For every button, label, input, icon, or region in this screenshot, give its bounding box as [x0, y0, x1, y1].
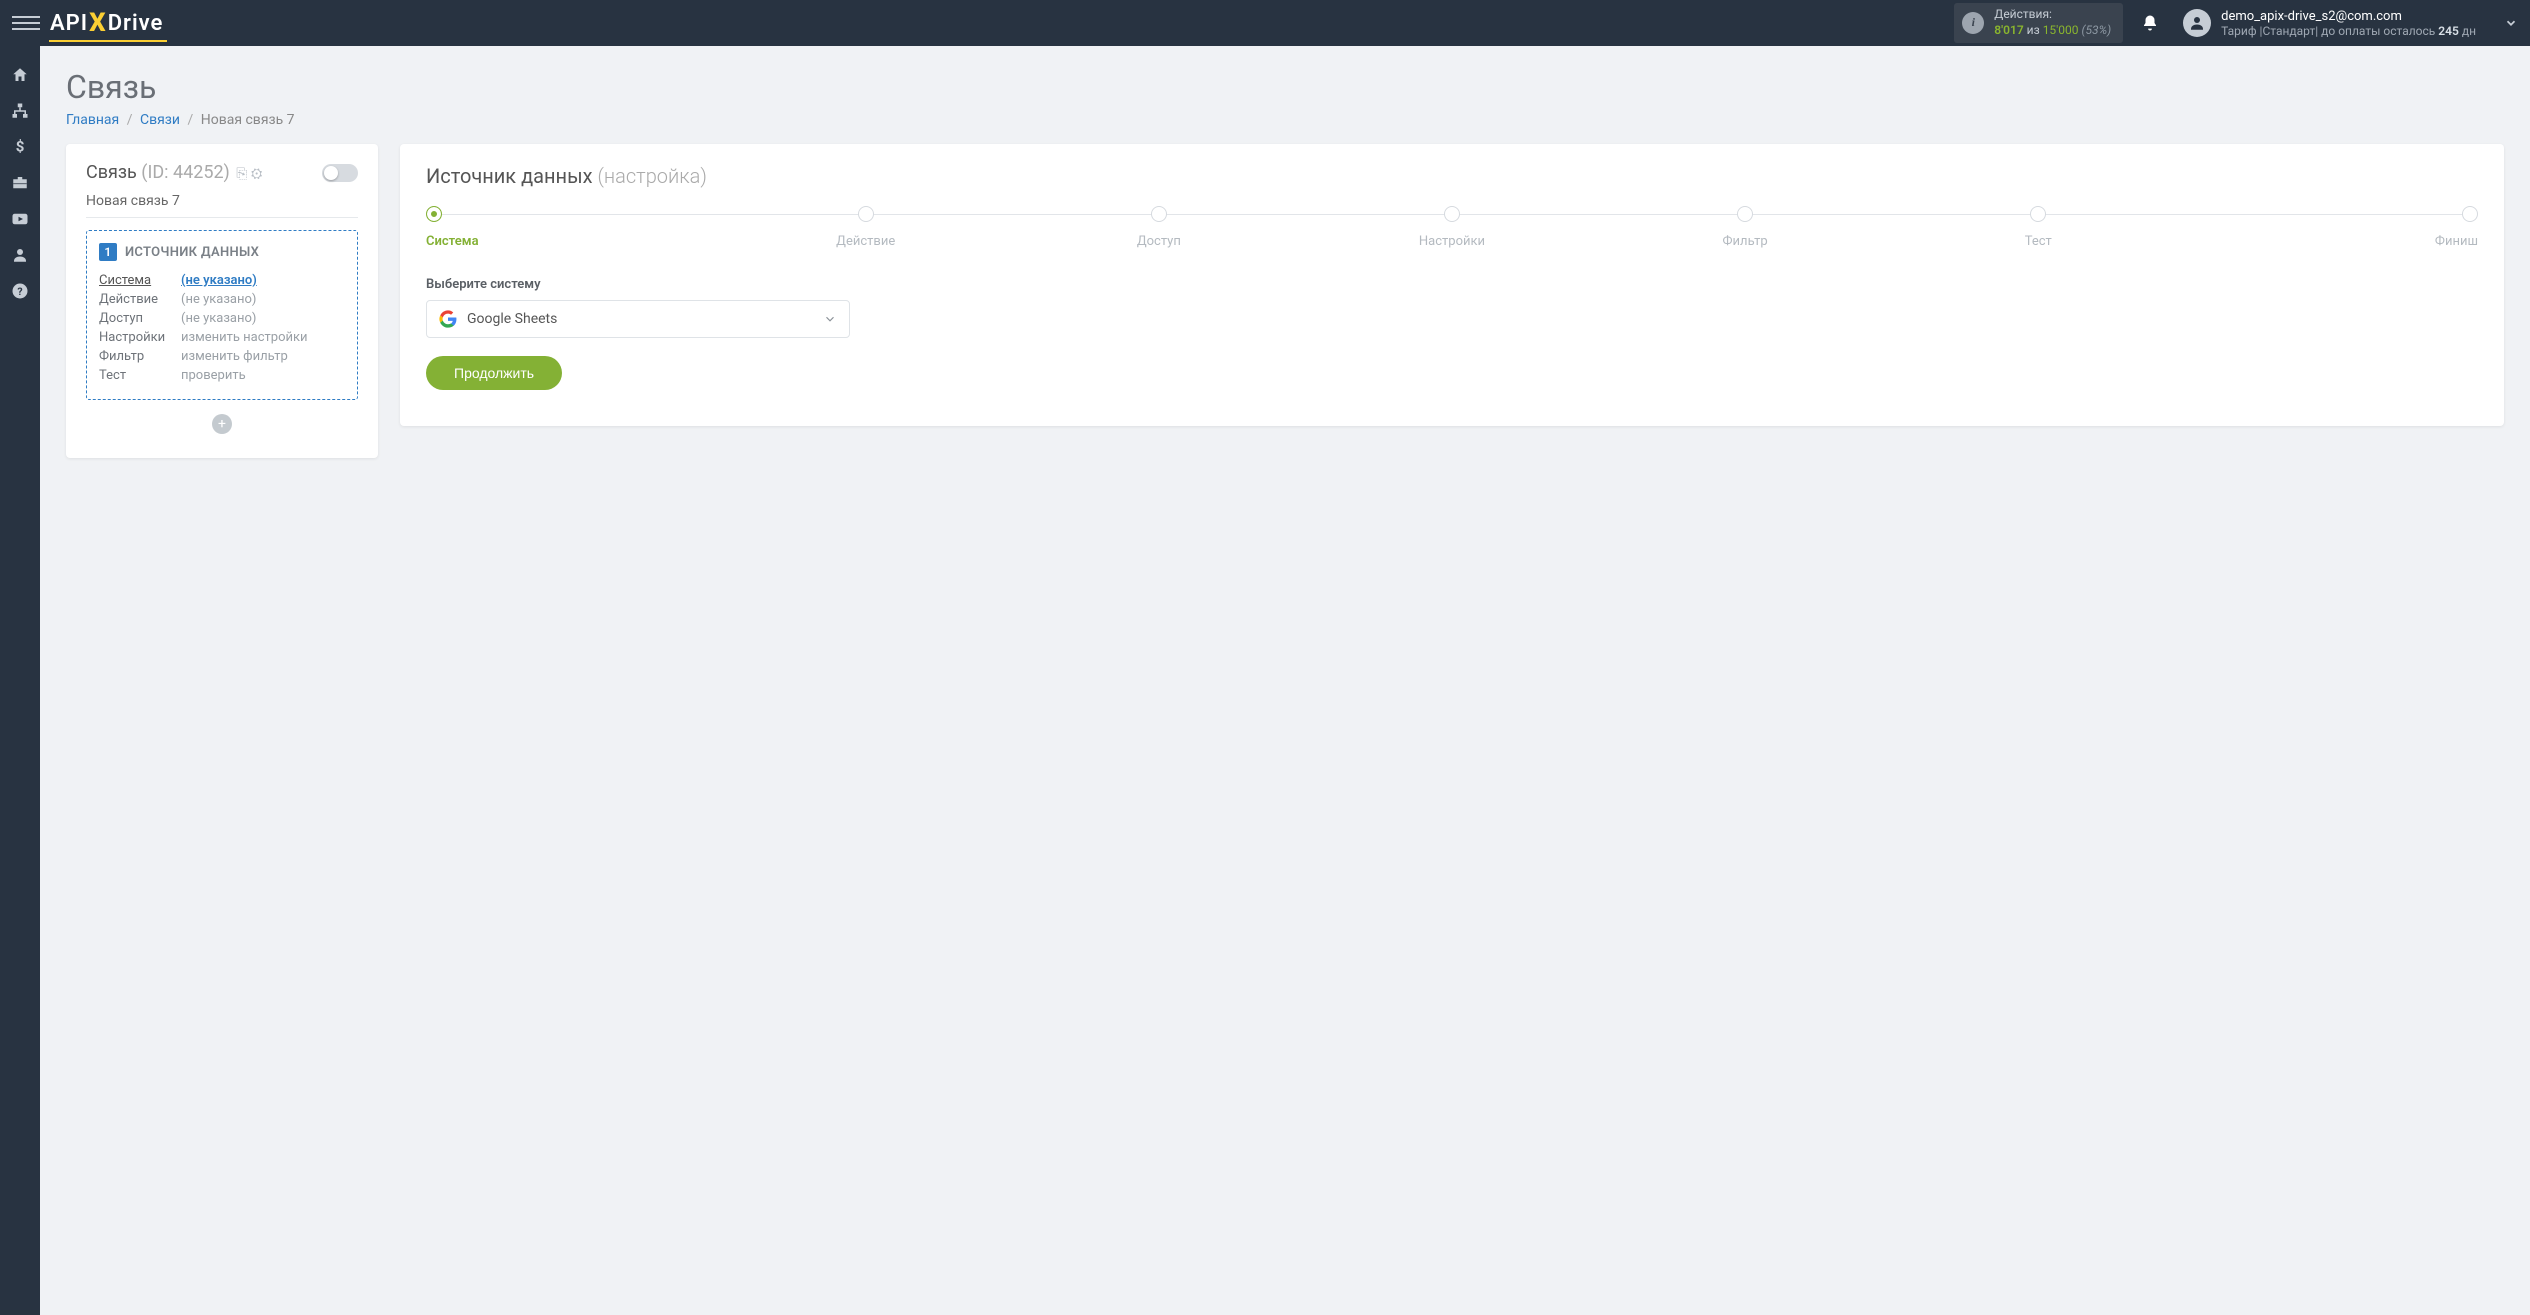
- step-система[interactable]: Система: [426, 206, 719, 249]
- user-tariff: Тариф |Стандарт| до оплаты осталось 245 …: [2221, 24, 2476, 38]
- source-row: Тест проверить: [99, 366, 345, 385]
- source-setup-card: Источник данных (настройка) СистемаДейст…: [400, 144, 2504, 426]
- svg-text:?: ?: [17, 285, 22, 298]
- google-icon: [439, 310, 457, 328]
- source-row-key: Фильтр: [99, 349, 171, 364]
- step-тест[interactable]: Тест: [1892, 206, 2185, 249]
- step-dot: [858, 206, 874, 222]
- setup-title: Источник данных (настройка): [426, 164, 2478, 188]
- source-row-value[interactable]: (не указано): [181, 273, 257, 288]
- step-dot: [2030, 206, 2046, 222]
- step-label: Система: [426, 234, 719, 249]
- system-select[interactable]: Google Sheets: [426, 300, 850, 338]
- breadcrumb-links[interactable]: Связи: [140, 112, 180, 128]
- copy-icon[interactable]: ⎘: [236, 166, 247, 182]
- actions-of: из: [2027, 23, 2040, 37]
- gear-icon[interactable]: ⚙: [251, 166, 262, 182]
- topbar: API X Drive i Действия: 8'017 из 15'000 …: [0, 0, 2530, 46]
- main-content: Связь Главная / Связи / Новая связь 7 Св…: [40, 46, 2530, 1315]
- connection-summary-card: Связь (ID: 44252) ⎘ ⚙ Новая связь 7 1 ИС…: [66, 144, 378, 458]
- step-фильтр[interactable]: Фильтр: [1599, 206, 1892, 249]
- step-label: Финиш: [2185, 234, 2478, 249]
- source-row-value: (не указано): [181, 311, 256, 326]
- add-destination-button[interactable]: +: [212, 414, 232, 434]
- sidenav: $ ?: [0, 46, 40, 1315]
- help-icon[interactable]: ?: [0, 274, 40, 308]
- system-field-label: Выберите систему: [426, 277, 2478, 292]
- menu-toggle[interactable]: [12, 9, 40, 37]
- source-row: Действие (не указано): [99, 290, 345, 309]
- source-row: Система (не указано): [99, 271, 345, 290]
- home-icon[interactable]: [0, 58, 40, 92]
- actions-percent: (53%): [2082, 23, 2112, 37]
- breadcrumb-home[interactable]: Главная: [66, 112, 119, 128]
- step-dot: [426, 206, 442, 222]
- enable-toggle[interactable]: [322, 164, 358, 182]
- stepper: СистемаДействиеДоступНастройкиФильтрТест…: [426, 206, 2478, 249]
- actions-counter[interactable]: i Действия: 8'017 из 15'000 (53%): [1954, 3, 2123, 42]
- step-label: Фильтр: [1599, 234, 1892, 249]
- step-dot: [1444, 206, 1460, 222]
- chevron-down-icon: [823, 312, 837, 326]
- info-icon: i: [1962, 12, 1984, 34]
- user-menu[interactable]: demo_apix-drive_s2@com.com Тариф |Станда…: [2183, 9, 2518, 38]
- source-row-value: проверить: [181, 368, 246, 383]
- step-действие[interactable]: Действие: [719, 206, 1012, 249]
- source-row: Фильтр изменить фильтр: [99, 347, 345, 366]
- step-dot: [2462, 206, 2478, 222]
- actions-label: Действия:: [1994, 7, 2111, 23]
- youtube-icon[interactable]: [0, 202, 40, 236]
- svg-text:$: $: [16, 138, 25, 156]
- source-row-key: Доступ: [99, 311, 171, 326]
- system-selected-value: Google Sheets: [467, 311, 557, 327]
- source-row-value: изменить настройки: [181, 330, 308, 345]
- step-label: Настройки: [1305, 234, 1598, 249]
- source-number: 1: [99, 243, 117, 261]
- source-row-value: изменить фильтр: [181, 349, 288, 364]
- continue-button[interactable]: Продолжить: [426, 356, 562, 390]
- source-row-key: Настройки: [99, 330, 171, 345]
- avatar-icon: [2183, 9, 2211, 37]
- source-title: ИСТОЧНИК ДАННЫХ: [125, 245, 259, 260]
- actions-total: 15'000: [2043, 23, 2079, 37]
- logo[interactable]: API X Drive: [50, 8, 163, 38]
- source-row-key: Тест: [99, 368, 171, 383]
- breadcrumb-current: Новая связь 7: [201, 112, 295, 128]
- logo-x: X: [89, 8, 107, 38]
- connection-title: Связь (ID: 44252) ⎘ ⚙: [86, 162, 262, 183]
- user-icon[interactable]: [0, 238, 40, 272]
- source-row: Доступ (не указано): [99, 309, 345, 328]
- source-row: Настройки изменить настройки: [99, 328, 345, 347]
- chevron-down-icon[interactable]: [2504, 16, 2518, 30]
- step-dot: [1737, 206, 1753, 222]
- connection-name: Новая связь 7: [86, 193, 358, 218]
- source-row-key[interactable]: Система: [99, 273, 171, 288]
- page-title: Связь: [66, 68, 2504, 106]
- source-block: 1 ИСТОЧНИК ДАННЫХ Система(не указано)Дей…: [86, 230, 358, 400]
- step-dot: [1151, 206, 1167, 222]
- sitemap-icon[interactable]: [0, 94, 40, 128]
- step-доступ[interactable]: Доступ: [1012, 206, 1305, 249]
- logo-api: API: [50, 11, 88, 36]
- bell-icon[interactable]: [2141, 14, 2169, 32]
- step-настройки[interactable]: Настройки: [1305, 206, 1598, 249]
- briefcase-icon[interactable]: [0, 166, 40, 200]
- source-row-key: Действие: [99, 292, 171, 307]
- logo-drive: Drive: [108, 11, 164, 36]
- step-label: Доступ: [1012, 234, 1305, 249]
- breadcrumb: Главная / Связи / Новая связь 7: [66, 112, 2504, 128]
- actions-used: 8'017: [1994, 23, 2023, 37]
- dollar-icon[interactable]: $: [0, 130, 40, 164]
- step-label: Тест: [1892, 234, 2185, 249]
- step-label: Действие: [719, 234, 1012, 249]
- user-email: demo_apix-drive_s2@com.com: [2221, 9, 2476, 24]
- step-финиш[interactable]: Финиш: [2185, 206, 2478, 249]
- source-row-value: (не указано): [181, 292, 256, 307]
